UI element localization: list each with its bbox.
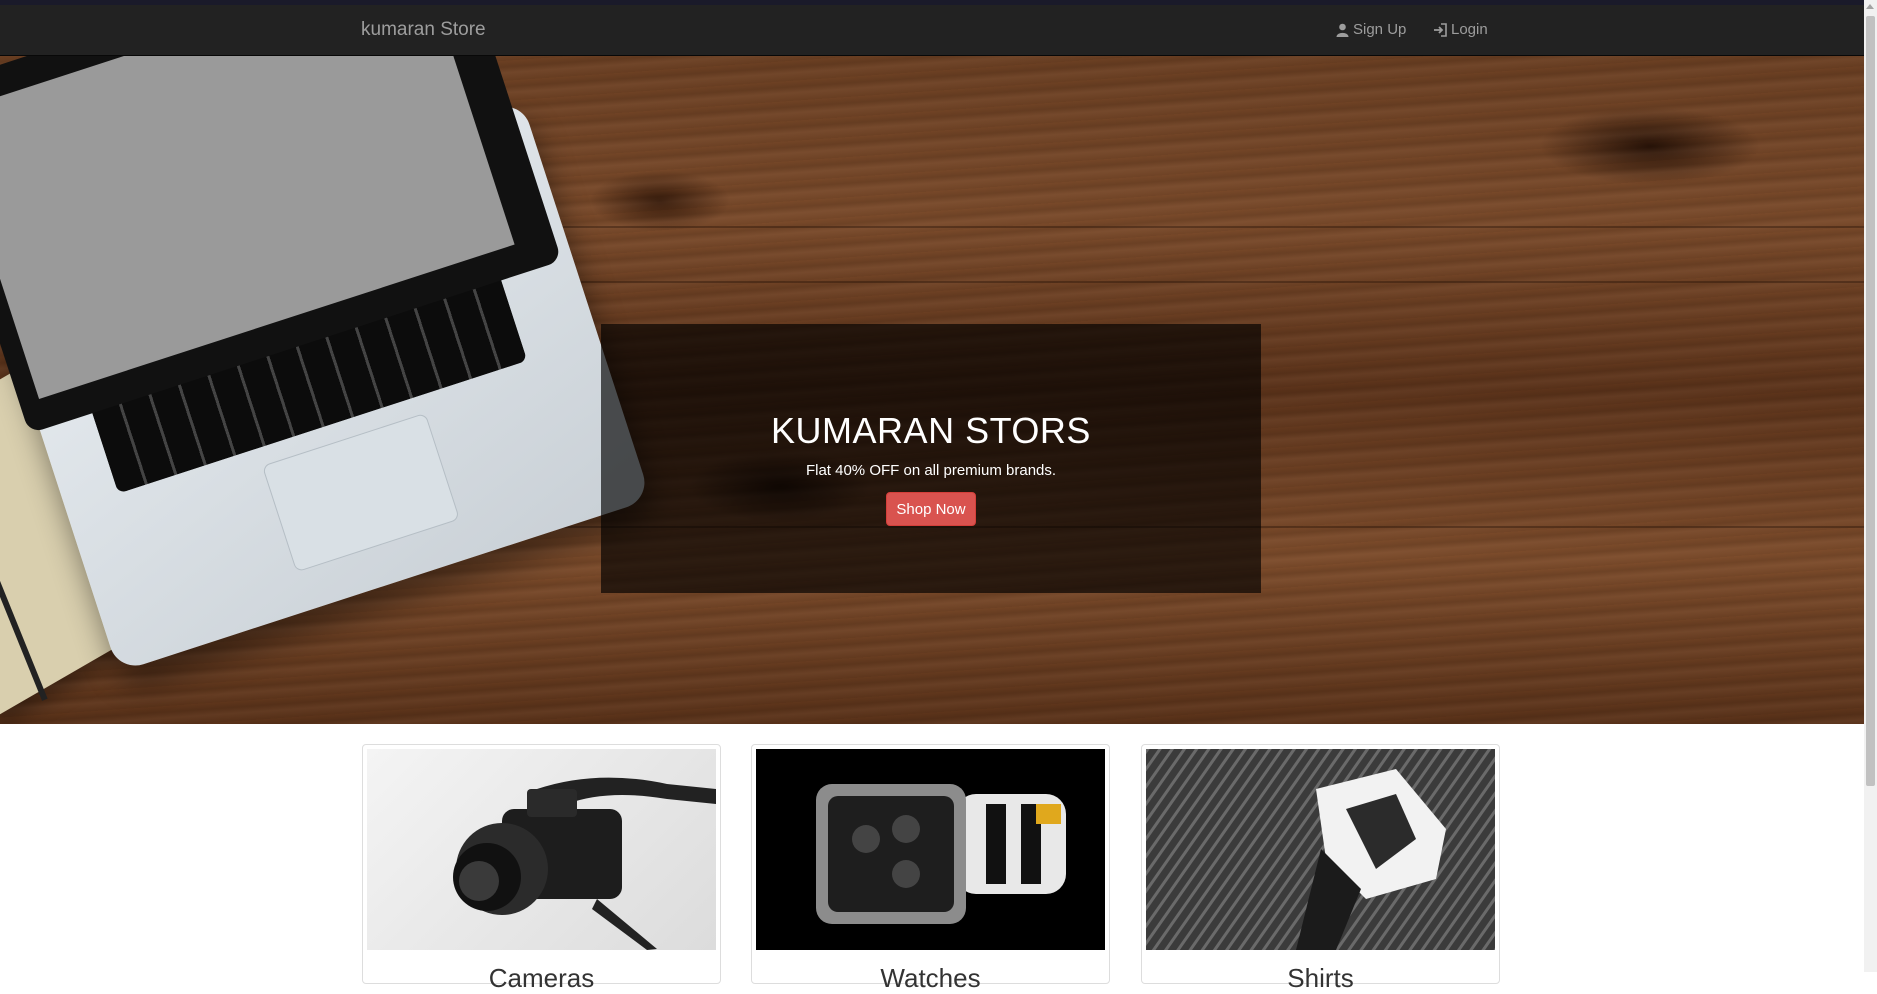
login-label: Login	[1451, 21, 1488, 38]
product-caption: Shirts	[1287, 963, 1354, 993]
hero-banner: KUMARAN STORS Flat 40% OFF on all premiu…	[0, 56, 1864, 724]
camera-photo-icon	[367, 749, 716, 950]
product-card[interactable]: Watches	[751, 744, 1110, 993]
hero-subtitle: Flat 40% OFF on all premium brands.	[805, 462, 1057, 479]
scroll-up-arrow-icon[interactable]	[1866, 4, 1874, 9]
product-card[interactable]: Cameras	[362, 744, 721, 993]
login-link[interactable]: Login	[1433, 5, 1488, 55]
signup-link[interactable]: Sign Up	[1336, 5, 1406, 55]
scrollbar-thumb[interactable]	[1866, 16, 1875, 786]
product-caption: Watches	[880, 963, 981, 993]
shop-now-button[interactable]: Shop Now	[886, 492, 976, 526]
product-caption: Cameras	[488, 963, 595, 993]
page-scrollbar[interactable]	[1864, 0, 1877, 972]
brand-link[interactable]: kumaran Store	[361, 5, 486, 55]
watch-photo-icon	[756, 749, 1105, 950]
product-card[interactable]: Shirts	[1141, 744, 1500, 993]
signup-label: Sign Up	[1353, 21, 1407, 38]
hero-title: KUMARAN STORS	[771, 410, 1091, 451]
user-icon	[1336, 23, 1349, 37]
shirt-photo-icon	[1146, 749, 1495, 950]
top-navbar: kumaran Store Sign Up Login	[0, 5, 1864, 56]
log-in-icon	[1433, 23, 1447, 37]
hero-overlay-box: KUMARAN STORS Flat 40% OFF on all premiu…	[601, 324, 1261, 593]
